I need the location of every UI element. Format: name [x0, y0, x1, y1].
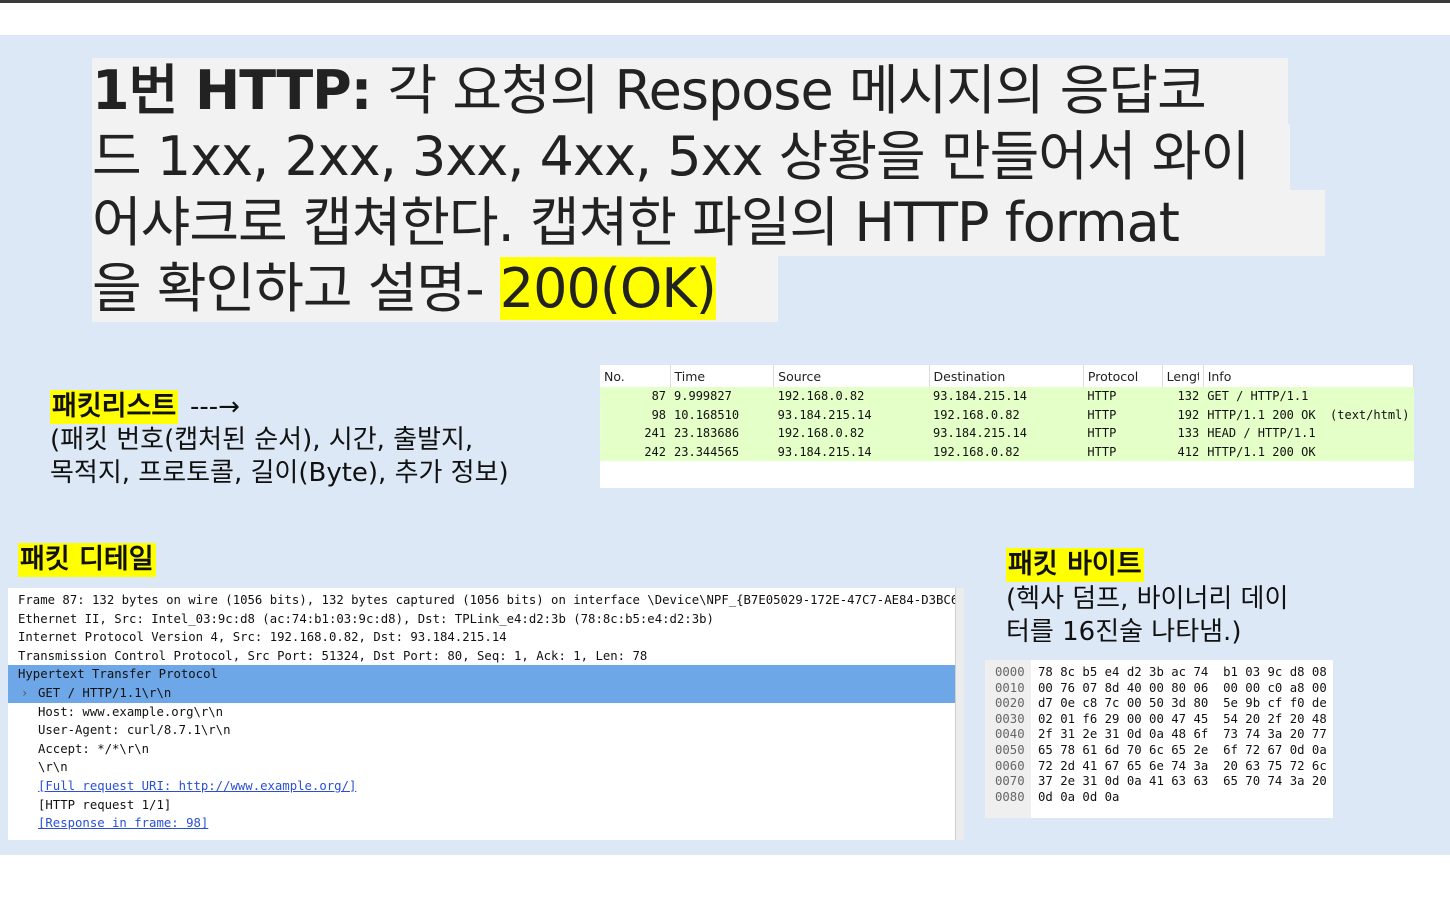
byte-offset: 0040	[995, 727, 1025, 742]
cell-destination: 192.168.0.82	[929, 442, 1084, 461]
cell-destination: 93.184.215.14	[929, 387, 1084, 406]
byte-hex: 37 2e 31 0d 0a 41 63 63 65 70 74 3a 20	[1038, 774, 1327, 789]
cell-protocol: HTTP	[1083, 442, 1163, 461]
byte-offset: 0070	[995, 774, 1025, 789]
packet-list-desc-1: (패킷 번호(캡처된 순서), 시간, 출발지,	[50, 425, 474, 455]
packet-list-table: No. Time Source Destination Protocol Len…	[600, 365, 1415, 461]
cell-destination: 93.184.215.14	[929, 424, 1084, 443]
packet-row[interactable]: 87 9.999827 192.168.0.82 93.184.215.14 H…	[600, 387, 1414, 406]
status-200-highlight: 200(OK)	[499, 257, 717, 320]
cell-no: 98	[600, 405, 671, 424]
cell-length: 192	[1162, 405, 1204, 424]
col-protocol[interactable]: Protocol	[1083, 365, 1163, 387]
title-line-1-text: 각 요청의 Respose 메시지의 응답코	[371, 59, 1206, 122]
detail-host[interactable]: Host: www.example.org\r\n	[8, 703, 964, 722]
detail-request-line[interactable]: › GET / HTTP/1.1\r\n	[8, 683, 964, 703]
cell-source: 192.168.0.82	[773, 424, 930, 443]
byte-hex: 2f 31 2e 31 0d 0a 48 6f 73 74 3a 20 77	[1038, 727, 1327, 742]
byte-hex: 0d 0a 0d 0a	[1038, 789, 1120, 804]
byte-offset: 0010	[995, 680, 1025, 695]
title-bold: 1번 HTTP:	[92, 59, 372, 122]
byte-hex: 02 01 f6 29 00 00 47 45 54 20 2f 20 48	[1038, 711, 1327, 726]
packet-bytes-pane: 0000 78 8c b5 e4 d2 3b ac 74 b1 03 9c d8 …	[985, 660, 1333, 818]
cell-length: 412	[1162, 442, 1204, 461]
byte-offset: 0060	[995, 758, 1025, 773]
detail-accept[interactable]: Accept: */*\r\n	[8, 740, 964, 759]
cell-time: 23.183686	[670, 424, 774, 443]
title-line-2: 드 1xx, 2xx, 3xx, 4xx, 5xx 상황을 만들어서 와이	[92, 124, 1290, 190]
cell-no: 87	[600, 387, 671, 406]
detail-user-agent[interactable]: User-Agent: curl/8.7.1\r\n	[8, 721, 964, 740]
cell-info: GET / HTTP/1.1	[1203, 387, 1414, 406]
byte-hex: 65 78 61 6d 70 6c 65 2e 6f 72 67 0d 0a	[1038, 743, 1327, 757]
col-destination[interactable]: Destination	[929, 365, 1084, 387]
packet-list-pane: No. Time Source Destination Protocol Len…	[600, 365, 1415, 488]
response-frame-link[interactable]: [Response in frame: 98]	[38, 816, 208, 830]
detail-ipv4[interactable]: Internet Protocol Version 4, Src: 192.16…	[8, 628, 964, 647]
packet-list-arrow: ---→	[190, 392, 240, 422]
packet-list-desc-2: 목적지, 프로토콜, 길이(Byte), 추가 정보)	[50, 458, 509, 488]
cell-info: HTTP/1.1 200 OK	[1203, 442, 1414, 461]
cell-protocol: HTTP	[1083, 387, 1163, 406]
full-uri-link[interactable]: [Full request URI: http://www.example.or…	[38, 779, 356, 793]
cell-time: 10.168510	[670, 405, 774, 424]
col-source[interactable]: Source	[773, 365, 930, 387]
cell-length: 132	[1162, 387, 1204, 406]
detail-response-frame[interactable]: [Response in frame: 98]	[8, 814, 964, 833]
detail-request-count[interactable]: [HTTP request 1/1]	[8, 796, 964, 815]
packet-bytes-desc-2: 터를 16진술 나타냄.)	[1006, 617, 1242, 647]
cell-length: 133	[1162, 424, 1204, 443]
detail-scrollbar[interactable]	[955, 588, 964, 840]
byte-offset: 0000	[995, 665, 1025, 679]
detail-http[interactable]: Hypertext Transfer Protocol	[8, 665, 964, 684]
byte-offset: 0020	[995, 696, 1025, 711]
cell-info: HEAD / HTTP/1.1	[1203, 424, 1414, 443]
packet-list-header: No. Time Source Destination Protocol Len…	[600, 365, 1415, 387]
cell-time: 9.999827	[670, 387, 774, 406]
col-length[interactable]: Length	[1162, 365, 1204, 387]
packet-detail-label: 패킷 디테일	[18, 543, 156, 577]
col-no[interactable]: No.	[600, 365, 671, 387]
detail-tcp[interactable]: Transmission Control Protocol, Src Port:…	[8, 647, 964, 666]
top-border	[0, 0, 1450, 3]
cell-source: 93.184.215.14	[773, 405, 930, 424]
title-line-4: 을 확인하고 설명- 200(OK)	[92, 256, 778, 322]
packet-bytes-desc-1: (헥사 덤프, 바이너리 데이	[1006, 584, 1289, 614]
packet-row[interactable]: 242 23.344565 93.184.215.14 192.168.0.82…	[600, 442, 1414, 461]
title-line-3: 어샤크로 캡쳐한다. 캡쳐한 파일의 HTTP format	[92, 190, 1325, 256]
packet-row[interactable]: 241 23.183686 192.168.0.82 93.184.215.14…	[600, 424, 1414, 443]
byte-hex: 72 2d 41 67 65 6e 74 3a 20 63 75 72 6c	[1038, 758, 1327, 773]
cell-no: 242	[600, 442, 671, 461]
cell-no: 241	[600, 424, 671, 443]
cell-time: 23.344565	[670, 442, 774, 461]
packet-row[interactable]: 98 10.168510 93.184.215.14 192.168.0.82 …	[600, 405, 1414, 424]
cell-protocol: HTTP	[1083, 405, 1163, 424]
packet-list-label: 패킷리스트	[50, 390, 179, 424]
packet-detail-pane: Frame 87: 132 bytes on wire (1056 bits),…	[8, 588, 964, 840]
expand-arrow-icon[interactable]: ›	[21, 684, 28, 703]
byte-offset: 0030	[995, 711, 1025, 726]
slide-title: 1번 HTTP: 각 요청의 Respose 메시지의 응답코 드 1xx, 2…	[92, 58, 1332, 322]
detail-frame[interactable]: Frame 87: 132 bytes on wire (1056 bits),…	[8, 591, 964, 610]
title-line-4-text: 을 확인하고 설명-	[92, 257, 500, 320]
cell-info: HTTP/1.1 200 OK (text/html)	[1203, 405, 1414, 424]
cell-source: 93.184.215.14	[773, 442, 930, 461]
cell-destination: 192.168.0.82	[929, 405, 1084, 424]
col-length-text: Length	[1166, 368, 1199, 384]
cell-source: 192.168.0.82	[773, 387, 930, 406]
detail-ethernet[interactable]: Ethernet II, Src: Intel_03:9c:d8 (ac:74:…	[8, 610, 964, 629]
detail-request-line-text: GET / HTTP/1.1\r\n	[38, 685, 172, 700]
byte-offset: 0080	[995, 789, 1025, 804]
byte-hex: 00 76 07 8d 40 00 80 06 00 00 c0 a8 00	[1038, 680, 1327, 695]
detail-crlf[interactable]: \r\n	[8, 758, 964, 777]
detail-full-uri[interactable]: [Full request URI: http://www.example.or…	[8, 777, 964, 796]
col-time[interactable]: Time	[670, 365, 775, 387]
title-line-1: 1번 HTTP: 각 요청의 Respose 메시지의 응답코	[92, 58, 1288, 124]
packet-bytes-label: 패킷 바이트	[1006, 548, 1144, 582]
byte-offset: 0050	[995, 743, 1025, 757]
byte-hex: 78 8c b5 e4 d2 3b ac 74 b1 03 9c d8 08	[1038, 665, 1327, 679]
col-info[interactable]: Info	[1203, 365, 1415, 387]
cell-protocol: HTTP	[1083, 424, 1163, 443]
byte-hex: d7 0e c8 7c 00 50 3d 80 5e 9b cf f0 de	[1038, 696, 1327, 711]
